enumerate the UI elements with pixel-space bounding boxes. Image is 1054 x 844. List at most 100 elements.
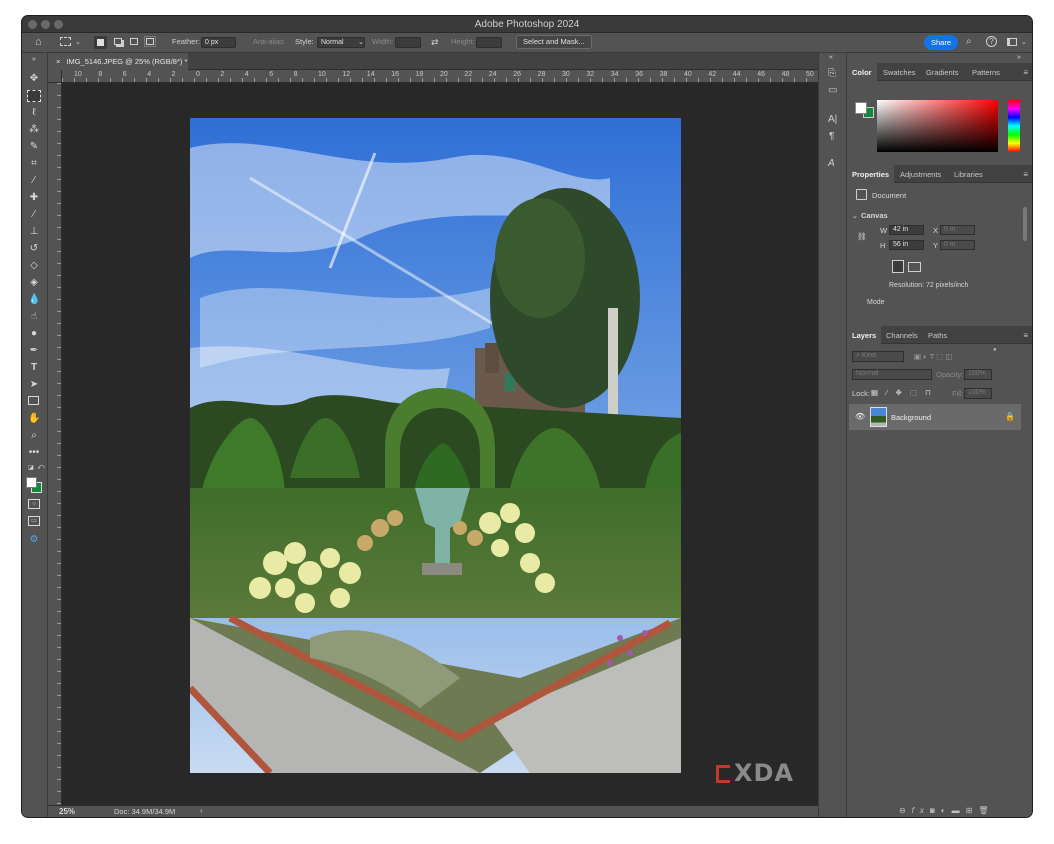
panel-foreground-swatch[interactable] [855,102,867,114]
history-brush-tool-icon[interactable]: ↺ [28,243,40,255]
share-button[interactable]: Share [924,35,958,50]
comments-panel-icon[interactable]: ▭ [828,86,837,96]
canvas-chevron-icon[interactable]: ⌄ [852,212,858,220]
new-group-icon[interactable]: ▬ [952,806,966,815]
quick-mask-icon[interactable]: ○ [28,499,40,509]
healing-brush-tool-icon[interactable]: ✚ [28,192,40,204]
tab-libraries[interactable]: Libraries [949,165,988,183]
workspace-chevron-icon[interactable]: ⌄ [1021,38,1027,48]
swap-arrows-icon[interactable]: ⇄ [431,37,439,47]
paragraph-panel-icon[interactable]: ¶ [829,132,834,142]
canvas-y-input[interactable]: 0 in [940,240,975,250]
link-dimensions-icon[interactable]: ⛓ [857,232,867,241]
layer-name[interactable]: Background [891,413,931,422]
move-tool-icon[interactable]: ✥ [28,73,40,85]
tab-layers[interactable]: Layers [847,326,882,344]
character-panel-icon[interactable]: A| [828,115,837,125]
rectangular-marquee-tool-icon[interactable] [27,90,41,102]
glyphs-panel-icon[interactable]: A [828,159,835,169]
tab-gradients[interactable]: Gradients [921,63,964,81]
foreground-color-swatch[interactable] [26,477,37,488]
tab-channels[interactable]: Channels [881,326,923,344]
tab-color[interactable]: Color [847,63,877,81]
adjustment-layer-icon[interactable]: ◐ [941,806,952,815]
new-layer-icon[interactable]: ⊞ [966,806,979,815]
dodge-tool-icon[interactable]: ● [28,328,40,340]
workspace-icon[interactable] [1007,38,1017,46]
eyedropper-tool-icon[interactable]: ⁄ [28,175,40,187]
canvas-section-header[interactable]: Canvas [861,211,888,220]
close-tab-icon[interactable]: × [56,57,60,66]
type-tool-icon[interactable]: T [28,362,40,374]
blur-tool-icon[interactable]: 💧 [28,294,40,306]
horizontal-ruler[interactable]: 10 8 6 4 2 0 2 4 6 8 10 12 14 16 18 20 22 24 26 28 30 32 34 36 3… [62,70,818,83]
smudge-tool-icon[interactable]: ☝ [28,311,40,323]
paint-bucket-tool-icon[interactable]: ◈ [28,277,40,289]
vertical-ruler[interactable] [48,83,62,805]
color-panel-menu-icon[interactable]: ≡ [1023,68,1028,77]
zoom-tool-icon[interactable]: ⌕ [28,430,40,442]
marquee-preset-icon[interactable] [60,37,71,46]
document-tab[interactable]: × IMG_5146.JPEG @ 25% (RGB/8*) * [48,53,188,70]
chevron-down-icon[interactable]: ⌄ [75,38,81,48]
lasso-tool-icon[interactable]: ℓ [28,107,40,119]
brush-tool-icon[interactable]: ∕ [28,209,40,221]
tab-patterns[interactable]: Patterns [967,63,1005,81]
hand-tool-icon[interactable]: ✋ [28,413,40,425]
rectangle-tool-icon[interactable] [28,396,39,405]
hue-slider[interactable] [1008,100,1020,152]
edit-toolbar-icon[interactable]: ⚙ [28,534,40,546]
crop-tool-icon[interactable]: ⌗ [28,158,40,170]
tab-swatches[interactable]: Swatches [878,63,921,81]
clone-stamp-tool-icon[interactable]: ⊥ [28,226,40,238]
opacity-input[interactable]: 100% [964,369,992,380]
link-layers-icon[interactable]: ⊖ [899,806,912,815]
layer-lock-icon[interactable]: 🔒 [1005,412,1015,421]
collapse-panels-icon[interactable]: » [1017,53,1021,63]
eraser-tool-icon[interactable]: ◇ [28,260,40,272]
landscape-orientation-icon[interactable] [908,262,921,272]
blend-mode-select[interactable]: Normal [852,369,932,380]
filter-icons[interactable]: ▣ ◐ T ⬚ ◫ [914,352,952,361]
collapse-strip-icon[interactable]: « [829,53,833,63]
layer-style-icon[interactable]: fx [912,806,930,815]
document-image[interactable] [190,118,681,773]
canvas-width-input[interactable]: 42 in [889,225,924,235]
anti-alias-checkbox[interactable]: Anti-alias [253,37,284,46]
properties-scrollbar[interactable] [1023,207,1027,241]
more-tools-icon[interactable]: ••• [28,447,40,459]
layer-row-background[interactable]: 👁 Background 🔒 [849,404,1021,430]
layer-mask-icon[interactable]: ◙ [930,806,941,815]
height-input[interactable] [476,37,502,48]
lock-icons[interactable]: ▦ ∕ ✥ ⬚ ⊓ [871,388,934,397]
tab-paths[interactable]: Paths [923,326,952,344]
feather-input[interactable]: 0 px [201,37,236,48]
canvas-height-input[interactable]: 56 in [889,240,924,250]
tab-adjustments[interactable]: Adjustments [895,165,946,183]
pen-selection-tool-icon[interactable]: ✎ [28,141,40,153]
history-panel-icon[interactable]: ⎘ [828,69,836,79]
search-icon[interactable]: ⌕ [966,37,972,47]
screen-mode-icon[interactable]: ▭ [28,516,40,526]
canvas-x-input[interactable]: 0 in [940,225,975,235]
filter-toggle-icon[interactable]: ● [993,347,997,353]
layer-filter-select[interactable]: ⌕ Kind [852,351,904,362]
status-menu-chevron-icon[interactable]: › [200,806,203,815]
delete-layer-icon[interactable]: 🗑 [978,806,994,815]
canvas-area[interactable]: XDA [62,83,818,805]
tab-properties[interactable]: Properties [847,165,895,183]
intersect-selection-icon[interactable] [144,36,156,47]
portrait-orientation-icon[interactable] [892,260,904,273]
home-icon[interactable]: ⌂ [35,37,42,48]
ruler-corner[interactable] [48,70,62,83]
magic-wand-tool-icon[interactable]: ⁂ [28,124,40,136]
layer-visibility-eye-icon[interactable]: 👁 [855,412,865,421]
zoom-level[interactable]: 25% [59,807,75,816]
add-selection-icon[interactable] [114,38,122,45]
path-selection-tool-icon[interactable]: ➤ [28,379,40,391]
collapse-tools-icon[interactable]: » [28,54,40,66]
width-input[interactable] [395,37,421,48]
subtract-selection-icon[interactable] [130,38,138,45]
fill-input[interactable]: 100% [964,388,992,399]
pen-tool-icon[interactable]: ✒ [28,345,40,357]
